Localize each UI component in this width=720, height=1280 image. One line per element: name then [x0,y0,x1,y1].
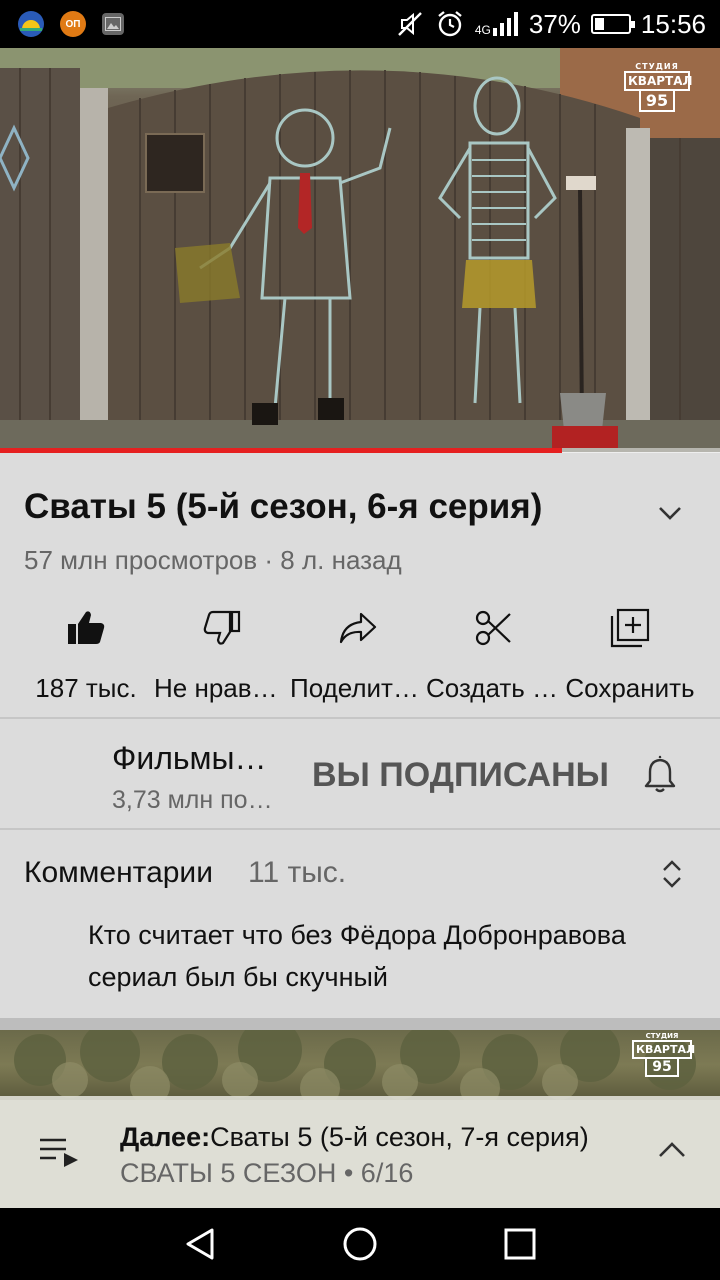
action-bar: 187 тыс. Не нравится Поделиться Создать … [18,603,708,703]
channel-watermark: СТУДИЯ КВАРТАЛ 95 [624,62,692,112]
channel-subscribers: 3,73 млн по… [112,786,273,814]
clip-label: Создать клип [426,673,562,703]
watermark-line3: 95 [639,91,675,112]
gallery-icon [102,13,124,35]
channel-row[interactable]: Фильмы… 3,73 млн по… ВЫ ПОДПИСАНЫ [0,720,720,828]
comments-section[interactable]: Комментарии 11 тыс. Кто считает что без … [0,830,720,1018]
share-label: Поделиться [290,673,426,703]
thumbnail-watermark: СТУДИЯ КВАРТАЛ 95 [632,1032,695,1077]
system-status: 4G 37% 15:56 [395,9,706,40]
dislike-button[interactable]: Не нравится [154,603,290,703]
video-progress-bar[interactable] [0,448,720,453]
network-type: 4G [474,23,491,37]
notification-icons: ОП [18,11,124,37]
system-nav-bar [0,1208,720,1280]
comments-title: Комментарии [24,856,213,889]
subscribed-button[interactable]: ВЫ ПОДПИСАНЫ [312,756,609,795]
signal-icon: 4G [475,12,519,36]
channel-name[interactable]: Фильмы… [112,740,267,777]
expand-collapse-icon[interactable] [656,854,688,894]
thumbs-down-icon [203,610,241,645]
video-meta: 57 млн просмотров · 8 л. назад [24,545,402,575]
top-comment: Кто считает что без Фёдора Добронравова … [88,920,626,992]
playlist-icon[interactable] [38,1134,82,1168]
up-next-title[interactable]: Далее:Сваты 5 (5-й сезон, 7-я серия) [120,1122,589,1153]
up-next-playlist: СВАТЫ 5 СЕЗОН • 6/16 [120,1158,414,1188]
video-progress-played [0,448,562,453]
up-next-bar[interactable]: Далее:Сваты 5 (5-й сезон, 7-я серия) СВА… [0,1096,720,1208]
watermark-line2: КВАРТАЛ [632,1040,695,1059]
video-frame [0,48,720,452]
chevron-up-icon[interactable] [654,1134,690,1166]
video-title[interactable]: Сваты 5 (5-й сезон, 6-я серия) [24,487,542,527]
clip-button[interactable]: Создать клип [426,603,562,703]
up-next-prefix: Далее: [120,1122,211,1152]
thumbs-up-icon [68,611,105,644]
watermark-line3: 95 [645,1059,679,1077]
comments-count: 11 тыс. [248,856,347,889]
scissors-icon [475,610,511,646]
battery-icon [590,14,635,34]
mute-icon [398,12,422,36]
dislike-label: Не нравится [154,673,290,703]
divider [0,717,720,719]
home-icon[interactable] [340,1224,380,1264]
app-badge-icon: ОП [60,11,86,37]
share-icon [339,612,377,644]
status-bar: ОП 4G 37% 15:56 [0,0,720,48]
app-badge-text: ОП [65,18,81,30]
weather-icon [18,11,44,37]
next-video-thumbnail[interactable]: СТУДИЯ КВАРТАЛ 95 [0,1030,720,1100]
up-next-video-title: Сваты 5 (5-й сезон, 7-я серия) [210,1122,589,1152]
add-to-playlist-icon [610,608,650,648]
save-button[interactable]: Сохранить [562,603,698,703]
save-label: Сохранить [565,673,695,703]
like-button[interactable]: 187 тыс. [18,603,154,703]
video-player[interactable]: СТУДИЯ КВАРТАЛ 95 [0,48,720,452]
section-gap [0,1018,720,1030]
clock: 15:56 [640,8,706,39]
watermark-line2: КВАРТАЛ [624,71,692,91]
chevron-down-icon[interactable] [652,495,688,531]
like-count: 187 тыс. [35,673,137,703]
bell-icon[interactable] [640,754,680,794]
battery-percent: 37% [528,8,581,39]
alarm-icon [438,11,462,37]
thumbnail-image [14,1030,696,1100]
watermark-line1: СТУДИЯ [635,62,679,71]
recents-icon[interactable] [500,1224,540,1264]
watermark-line1: СТУДИЯ [645,1032,679,1040]
share-button[interactable]: Поделиться [290,603,426,703]
back-icon[interactable] [180,1224,220,1264]
battery-fill [594,18,605,30]
